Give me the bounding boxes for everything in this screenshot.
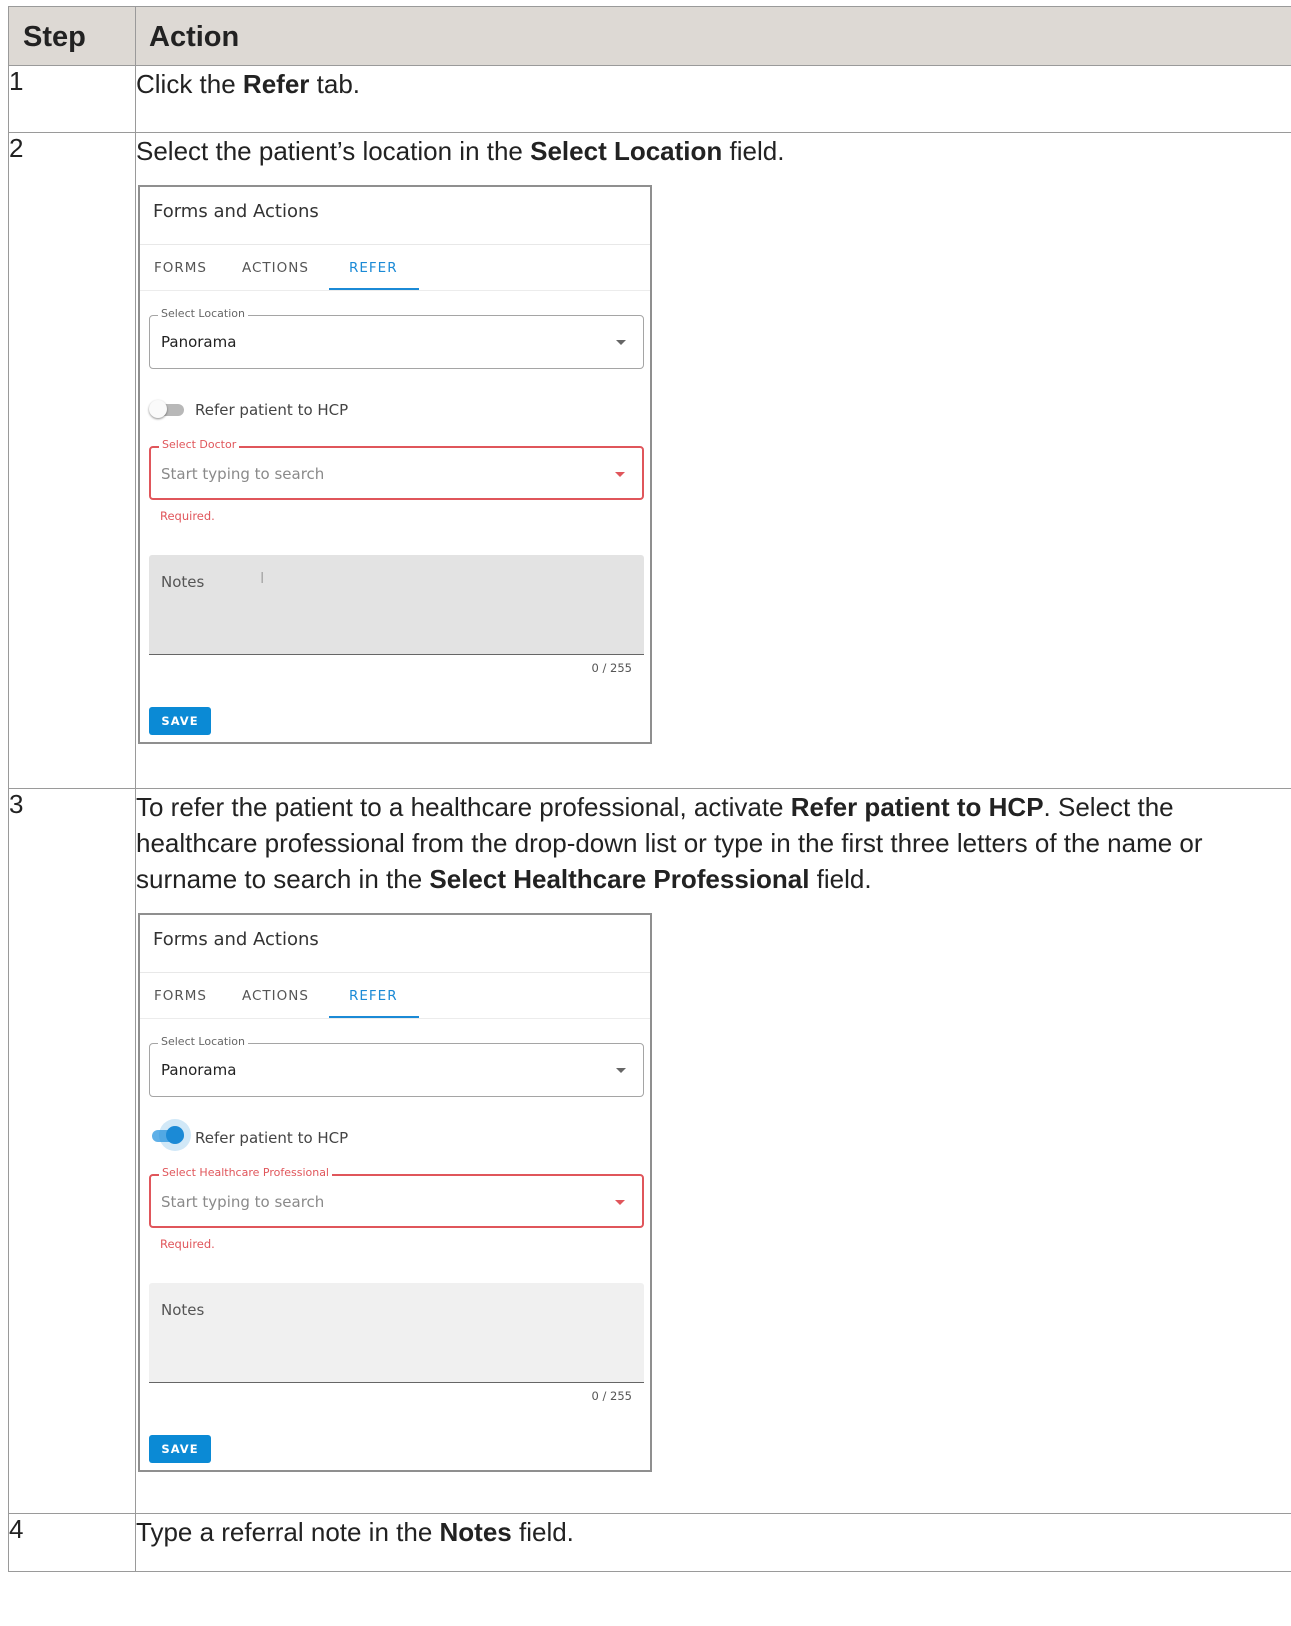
select-location-dropdown[interactable]: Select Location Panorama [149, 307, 644, 369]
step-number: 4 [8, 1513, 136, 1572]
select-healthcare-professional-placeholder: Start typing to search [161, 1193, 325, 1211]
tab-actions[interactable]: ACTIONS [242, 260, 309, 276]
dropdown-arrow-icon [615, 1200, 625, 1205]
select-doctor-label: Select Doctor [159, 438, 240, 451]
step-column-header: Step [8, 6, 136, 66]
dropdown-arrow-icon [615, 472, 625, 477]
tab-forms[interactable]: FORMS [154, 988, 207, 1004]
dropdown-arrow-icon [616, 340, 626, 345]
notes-label: Notes [161, 1301, 205, 1319]
required-error-text: Required. [160, 1237, 215, 1251]
tab-refer[interactable]: REFER [349, 260, 398, 276]
table-row: 3 To refer the patient to a healthcare p… [8, 788, 1291, 1514]
dropdown-arrow-icon [616, 1068, 626, 1073]
refer-hcp-toggle[interactable] [149, 1126, 185, 1144]
step-instruction: Type a referral note in the Notes field. [135, 1513, 1291, 1572]
forms-and-actions-panel: Forms and Actions FORMS ACTIONS REFER Se… [138, 913, 652, 1472]
tab-actions[interactable]: ACTIONS [242, 988, 309, 1004]
refer-hcp-toggle[interactable] [149, 400, 185, 418]
step-number: 1 [8, 65, 136, 133]
tab-refer[interactable]: REFER [349, 988, 398, 1004]
step-instruction: Select the patient’s location in the Sel… [135, 132, 1291, 789]
character-counter: 0 / 255 [591, 1389, 632, 1403]
step-number: 3 [8, 788, 136, 1514]
refer-hcp-label: Refer patient to HCP [195, 1129, 349, 1147]
select-location-dropdown[interactable]: Select Location Panorama [149, 1035, 644, 1097]
procedure-table: Step Action 1 Click the Refer tab. 2 Sel… [8, 6, 1291, 1572]
select-healthcare-professional-dropdown[interactable]: Select Healthcare Professional Start typ… [149, 1166, 644, 1228]
panel-title: Forms and Actions [153, 929, 319, 950]
select-location-value: Panorama [161, 333, 237, 351]
action-column-header: Action [135, 6, 1291, 66]
select-location-label: Select Location [158, 1035, 248, 1048]
forms-and-actions-panel: Forms and Actions FORMS ACTIONS REFER Se… [138, 185, 652, 744]
table-header-row: Step Action [8, 6, 1291, 66]
refer-hcp-label: Refer patient to HCP [195, 401, 349, 419]
select-doctor-dropdown[interactable]: Select Doctor Start typing to search [149, 438, 644, 500]
text-cursor-icon: I [260, 569, 265, 587]
toggle-knob [149, 400, 167, 418]
required-error-text: Required. [160, 509, 215, 523]
table-row: 2 Select the patient’s location in the S… [8, 132, 1291, 789]
notes-textarea[interactable]: Notes [149, 1283, 644, 1383]
active-tab-indicator [329, 288, 419, 290]
table-row: 1 Click the Refer tab. [8, 65, 1291, 133]
active-tab-indicator [329, 1016, 419, 1018]
save-button[interactable]: SAVE [149, 1435, 211, 1463]
notes-label: Notes [161, 573, 205, 591]
tab-forms[interactable]: FORMS [154, 260, 207, 276]
toggle-knob [166, 1126, 184, 1144]
select-location-value: Panorama [161, 1061, 237, 1079]
select-doctor-placeholder: Start typing to search [161, 465, 325, 483]
tab-bar: FORMS ACTIONS REFER [140, 245, 650, 291]
tab-bar: FORMS ACTIONS REFER [140, 973, 650, 1019]
select-healthcare-professional-label: Select Healthcare Professional [159, 1166, 332, 1179]
select-location-label: Select Location [158, 307, 248, 320]
character-counter: 0 / 255 [591, 661, 632, 675]
save-button[interactable]: SAVE [149, 707, 211, 735]
step-instruction: Click the Refer tab. [135, 65, 1291, 133]
step-instruction: To refer the patient to a healthcare pro… [135, 788, 1291, 1514]
table-row: 4 Type a referral note in the Notes fiel… [8, 1513, 1291, 1572]
panel-title: Forms and Actions [153, 201, 319, 222]
notes-textarea[interactable]: Notes I [149, 555, 644, 655]
step-number: 2 [8, 132, 136, 789]
